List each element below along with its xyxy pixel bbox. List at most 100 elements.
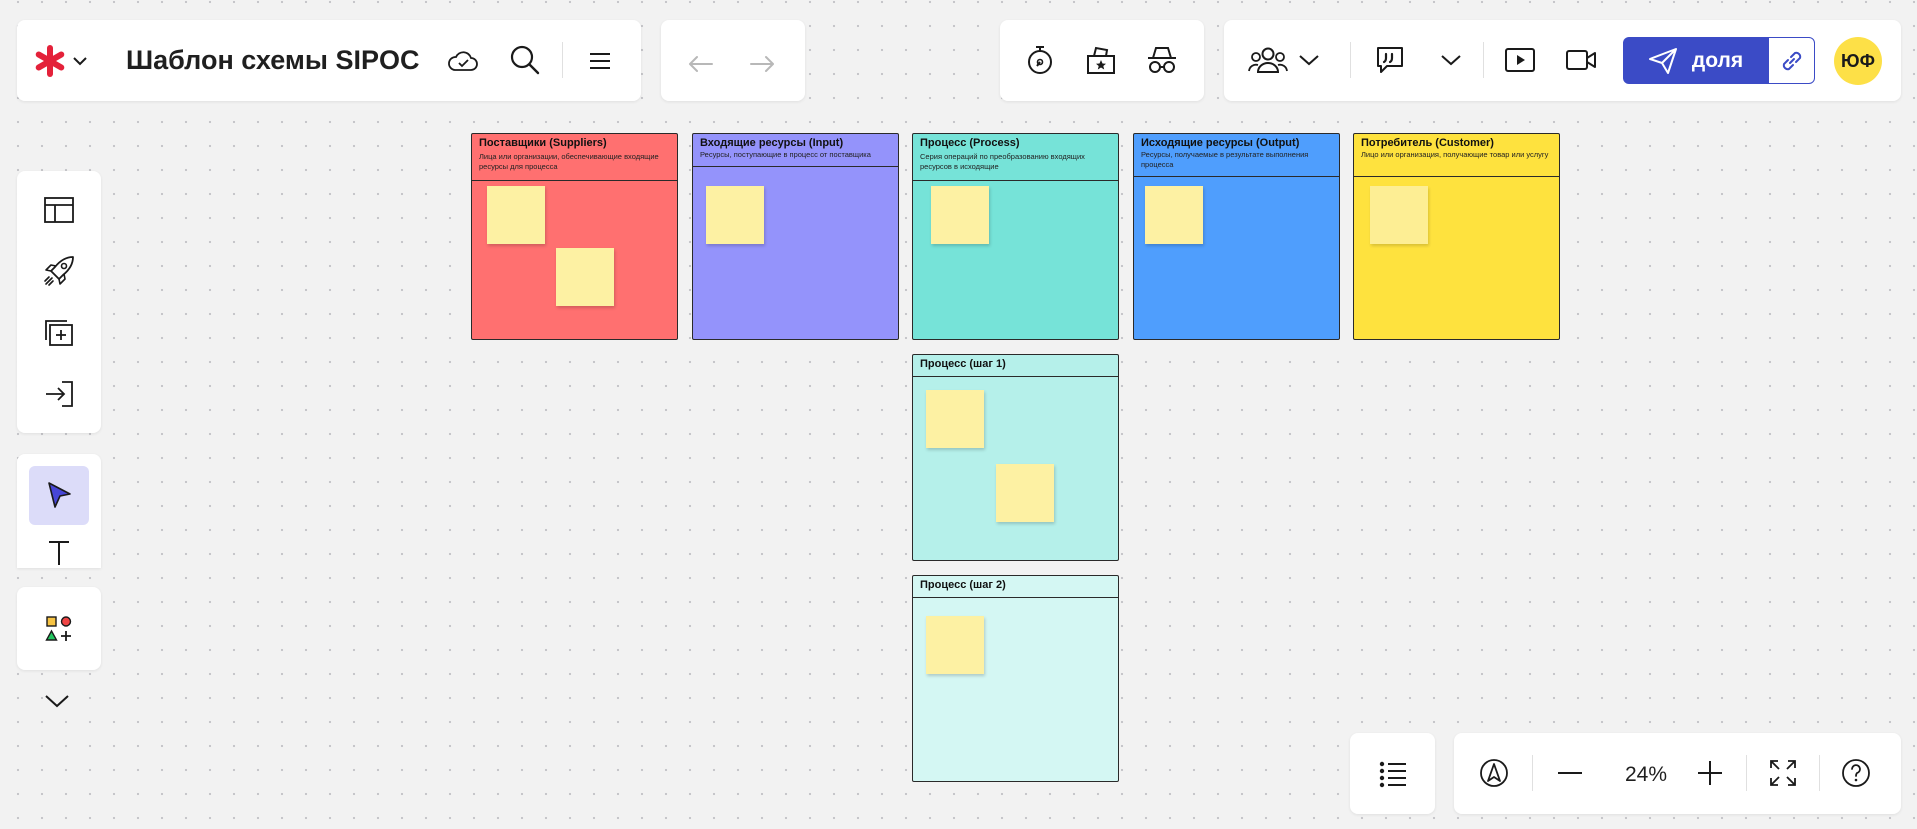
divider <box>1819 755 1820 791</box>
collaboration-panel: доля ЮФ <box>1224 20 1901 101</box>
divider <box>1483 42 1484 78</box>
navigation-compass-icon <box>1480 759 1508 787</box>
frame-title: Поставщики (Suppliers) <box>479 137 607 149</box>
user-avatar[interactable]: ЮФ <box>1834 37 1882 85</box>
sticky-note[interactable] <box>931 186 989 244</box>
board-title[interactable]: Шаблон схемы SIPOC <box>126 45 419 76</box>
frame-process[interactable]: Процесс (Process) Серия операций по прео… <box>912 133 1119 340</box>
frame-header: Процесс (шаг 2) <box>913 576 1118 598</box>
select-tool-button[interactable] <box>29 466 89 525</box>
comments-button[interactable] <box>1372 42 1408 78</box>
share-button-label: доля <box>1691 48 1744 72</box>
sticky-note[interactable] <box>926 390 984 448</box>
text-tool-button[interactable] <box>39 539 79 568</box>
users-group-icon <box>1248 47 1288 73</box>
divider <box>1532 755 1533 791</box>
cloud-saved-button[interactable] <box>445 44 481 78</box>
import-button[interactable] <box>39 374 79 414</box>
facilitation-tools-panel <box>1000 20 1204 101</box>
zoom-in-button[interactable] <box>1692 755 1728 791</box>
import-arrow-icon <box>46 381 73 408</box>
frame-title: Потребитель (Customer) <box>1361 137 1494 149</box>
chevron-down-icon <box>73 57 87 66</box>
help-button[interactable] <box>1838 755 1874 791</box>
redo-button[interactable] <box>744 44 780 78</box>
frame-output[interactable]: Исходящие ресурсы (Output) Ресурсы, полу… <box>1133 133 1340 340</box>
private-mode-button[interactable] <box>1144 42 1180 78</box>
frame-process-step-1[interactable]: Процесс (шаг 1) <box>912 354 1119 561</box>
outline-list-button[interactable] <box>1373 754 1413 794</box>
bullet-list-icon <box>1379 761 1406 787</box>
zoom-panel: 24% <box>1454 733 1901 814</box>
asterisk-logo-icon <box>35 45 65 77</box>
video-call-button[interactable] <box>1563 42 1599 78</box>
frame-title: Процесс (Process) <box>920 137 1020 149</box>
divider <box>1350 42 1351 78</box>
chevron-down-icon <box>1299 55 1319 66</box>
rocket-icon <box>44 256 74 287</box>
shapes-tool-button[interactable] <box>39 609 79 649</box>
add-frame-button[interactable] <box>39 313 79 353</box>
paper-plane-icon <box>1648 47 1677 74</box>
play-screen-icon <box>1505 48 1535 72</box>
frame-header: Процесс (Process) Серия операций по прео… <box>913 134 1118 181</box>
ballot-box-icon <box>1087 46 1115 74</box>
sticky-note[interactable] <box>1370 186 1428 244</box>
divider <box>562 42 563 78</box>
frame-suppliers[interactable]: Поставщики (Suppliers) Лица или организа… <box>471 133 678 340</box>
voting-button[interactable] <box>1083 42 1119 78</box>
cursor-arrow-icon <box>48 482 71 509</box>
frame-title: Процесс (шаг 1) <box>920 358 1006 370</box>
main-menu-button[interactable] <box>583 44 617 78</box>
sticky-note[interactable] <box>556 248 614 306</box>
comments-dropdown-button[interactable] <box>1433 42 1469 78</box>
incognito-icon <box>1148 47 1176 73</box>
frame-title: Исходящие ресурсы (Output) <box>1141 137 1300 149</box>
quick-start-button[interactable] <box>39 251 79 291</box>
sticky-note[interactable] <box>1145 186 1203 244</box>
sticky-note[interactable] <box>926 616 984 674</box>
frame-input[interactable]: Входящие ресурсы (Input) Ресурсы, поступ… <box>692 133 899 340</box>
navigation-mode-button[interactable] <box>1476 755 1512 791</box>
search-icon <box>510 45 540 75</box>
undo-button[interactable] <box>683 44 719 78</box>
templates-button[interactable] <box>39 190 79 230</box>
plus-icon <box>1698 761 1722 785</box>
copy-link-button[interactable] <box>1768 37 1815 84</box>
fit-to-screen-button[interactable] <box>1765 755 1801 791</box>
zoom-out-button[interactable] <box>1552 755 1588 791</box>
frame-description: Лицо или организация, получающие товар и… <box>1361 150 1549 159</box>
search-button[interactable] <box>507 42 543 78</box>
frame-title: Входящие ресурсы (Input) <box>700 137 844 149</box>
add-frame-icon <box>45 319 73 346</box>
frame-header: Исходящие ресурсы (Output) Ресурсы, полу… <box>1134 134 1339 177</box>
frame-process-step-2[interactable]: Процесс (шаг 2) <box>912 575 1119 782</box>
collaborators-button[interactable] <box>1244 42 1324 78</box>
shapes-icon <box>45 615 72 641</box>
help-question-icon <box>1842 759 1870 787</box>
video-camera-icon <box>1566 50 1596 70</box>
left-toolbar-shapes <box>17 587 101 670</box>
more-tools-button[interactable] <box>40 688 74 714</box>
frame-header: Потребитель (Customer) Лицо или организа… <box>1354 134 1559 177</box>
outline-panel <box>1350 733 1435 814</box>
share-button[interactable]: доля <box>1623 37 1768 84</box>
sticky-note[interactable] <box>706 186 764 244</box>
zoom-level[interactable]: 24% <box>1616 763 1676 787</box>
frame-description: Ресурсы, поступающие в процесс от постав… <box>700 150 871 159</box>
frame-description: Ресурсы, получаемые в результате выполне… <box>1141 150 1309 169</box>
app-menu-button[interactable] <box>31 44 91 78</box>
frame-title: Процесс (шаг 2) <box>920 579 1006 591</box>
stopwatch-icon <box>1028 46 1052 74</box>
link-icon <box>1782 51 1801 70</box>
chevron-down-icon <box>45 695 69 708</box>
sticky-note[interactable] <box>487 186 545 244</box>
sticky-note[interactable] <box>996 464 1054 522</box>
presentation-button[interactable] <box>1502 42 1538 78</box>
left-toolbar-tools <box>17 454 101 568</box>
layout-template-icon <box>44 196 74 223</box>
frame-customer[interactable]: Потребитель (Customer) Лицо или организа… <box>1353 133 1560 340</box>
left-toolbar-top <box>17 171 101 433</box>
timer-button[interactable] <box>1022 42 1058 78</box>
frame-header: Поставщики (Suppliers) Лица или организа… <box>472 134 677 181</box>
